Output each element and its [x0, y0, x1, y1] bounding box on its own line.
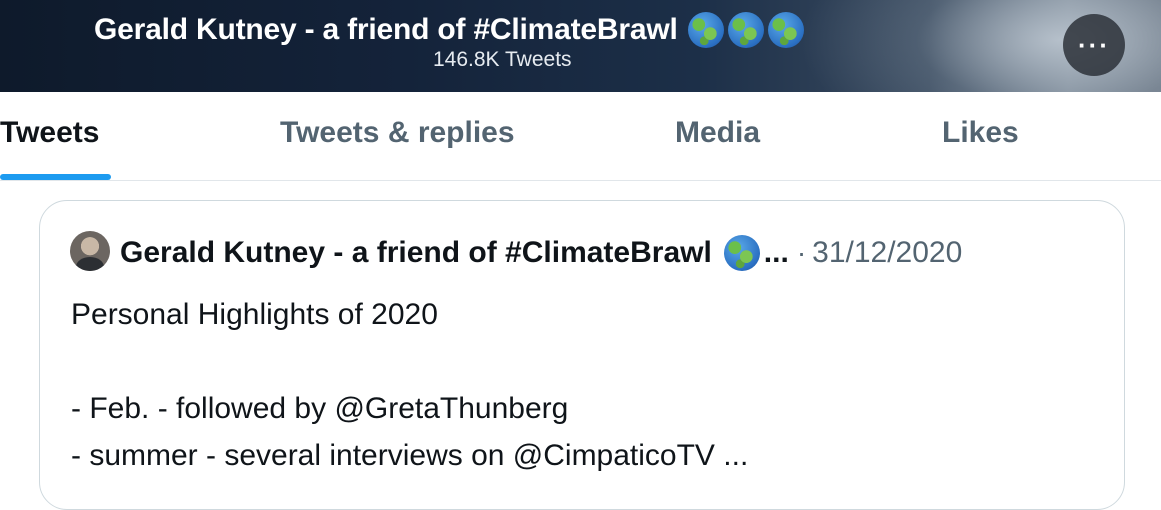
- profile-title: Gerald Kutney - a friend of #ClimateBraw…: [94, 12, 804, 48]
- active-tab-indicator: [0, 174, 111, 180]
- globe-emojis: [687, 12, 804, 48]
- tweet-author-name[interactable]: Gerald Kutney - a friend of #ClimateBraw…: [120, 236, 712, 270]
- tweet-author-line: Gerald Kutney - a friend of #ClimateBraw…: [120, 235, 962, 271]
- tab-tweets-replies[interactable]: Tweets & replies: [280, 116, 515, 150]
- tweet-text: Personal Highlights of 2020 - Feb. - fol…: [71, 298, 749, 472]
- more-options-button[interactable]: ···: [1063, 14, 1125, 76]
- profile-tabs: Tweets Tweets & replies Media Likes: [0, 92, 1161, 181]
- profile-header: Gerald Kutney - a friend of #ClimateBraw…: [0, 0, 1161, 92]
- globe-icon: [723, 235, 760, 271]
- more-icon: ···: [1078, 29, 1110, 60]
- globe-icon: [687, 12, 724, 48]
- tab-likes[interactable]: Likes: [942, 116, 1019, 150]
- quoted-tweet-card[interactable]: Gerald Kutney - a friend of #ClimateBraw…: [39, 200, 1125, 510]
- globe-icon: [767, 12, 804, 48]
- tweet-count: 146.8K Tweets: [433, 48, 572, 71]
- name-truncation: ...: [763, 236, 789, 269]
- profile-name: Gerald Kutney - a friend of #ClimateBraw…: [94, 13, 678, 46]
- tab-media[interactable]: Media: [675, 116, 760, 150]
- tweet-date[interactable]: 31/12/2020: [812, 236, 962, 270]
- tab-tweets[interactable]: Tweets: [0, 116, 99, 150]
- separator-dot: ·: [796, 237, 807, 268]
- avatar[interactable]: [70, 231, 110, 271]
- globe-icon: [727, 12, 764, 48]
